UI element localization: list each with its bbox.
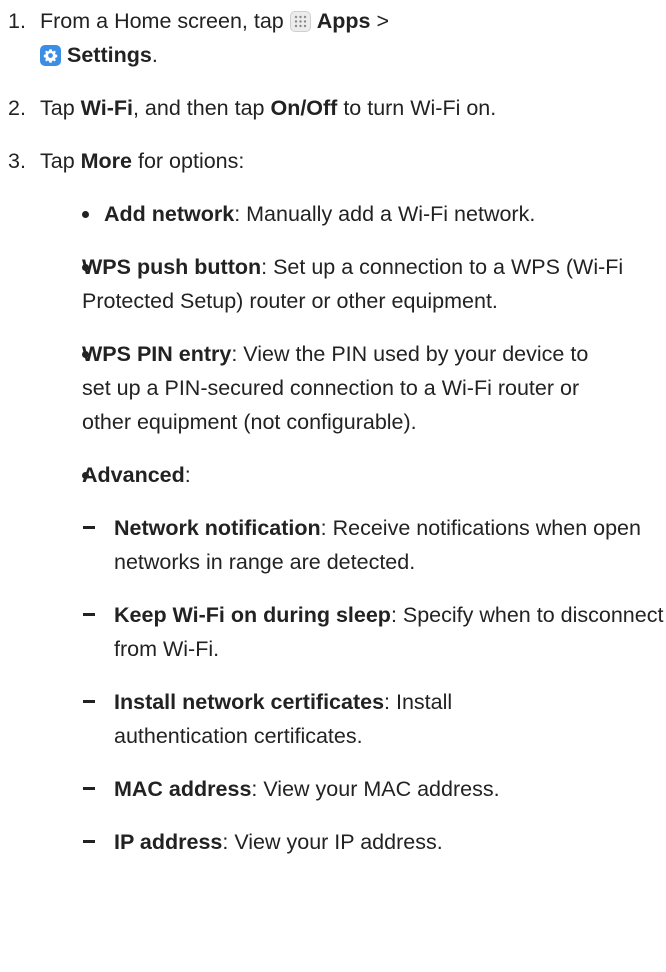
dash-icon [83, 526, 95, 529]
instructions-page: 1. From a Home screen, tap Apps > Settin… [0, 0, 666, 972]
option-text: Add network: Manually add a Wi-Fi networ… [80, 197, 664, 231]
step-text-part: . [151, 43, 158, 67]
option-title: WPS PIN entry [82, 342, 232, 366]
advanced-text: Install network certificates: Install au… [114, 685, 554, 753]
dash-icon [83, 700, 95, 703]
advanced-text: Keep Wi-Fi on during sleep: Specify when… [114, 598, 666, 666]
settings-gear-icon [40, 45, 61, 66]
step-text-part: From a Home screen, tap [40, 9, 284, 33]
advanced-text: MAC address: View your MAC address. [114, 772, 666, 806]
advanced-text: IP address: View your IP address. [114, 825, 666, 859]
wifi-label: Wi-Fi [80, 96, 133, 120]
dash-icon [83, 787, 95, 790]
option-text: WPS push button: Set up a connection to … [82, 250, 662, 318]
advanced-title: IP address [114, 830, 223, 854]
advanced-title: Install network certificates [114, 690, 385, 714]
on-off-label: On/Off [270, 96, 338, 120]
step-text-part: Tap [40, 149, 81, 173]
step-text-part: , and then tap [132, 96, 271, 120]
settings-label: Settings [67, 43, 152, 67]
step-text: From a Home screen, tap Apps > Settings. [40, 4, 662, 72]
step-text: Tap Wi-Fi, and then tap On/Off to turn W… [40, 91, 662, 125]
step-text-part: Tap [40, 96, 81, 120]
advanced-title: MAC address [114, 777, 252, 801]
step-text-part: for options: [132, 149, 245, 173]
step-text-part: to turn Wi-Fi on. [337, 96, 497, 120]
option-title: Add network [104, 202, 235, 226]
option-desc: : [184, 463, 191, 487]
option-title: Advanced [82, 463, 185, 487]
more-label: More [80, 149, 133, 173]
advanced-text: Network notification: Receive notificati… [114, 511, 666, 579]
option-text: Advanced: [82, 458, 662, 492]
apps-label: Apps [316, 9, 371, 33]
step-number: 2. [8, 96, 26, 120]
advanced-desc: : View your IP address. [222, 830, 443, 854]
dash-icon [83, 840, 95, 843]
step-number: 3. [8, 149, 26, 173]
advanced-title: Network notification [114, 516, 321, 540]
advanced-title: Keep Wi-Fi on during sleep [114, 603, 391, 627]
separator: > [376, 9, 390, 33]
advanced-desc: : View your MAC address. [251, 777, 500, 801]
step-number: 1. [8, 9, 26, 33]
apps-grid-icon [289, 11, 311, 32]
step-text: Tap More for options: [40, 144, 662, 178]
option-title: WPS push button [82, 255, 262, 279]
option-desc: : Manually add a Wi-Fi network. [234, 202, 536, 226]
option-text: WPS PIN entry: View the PIN used by your… [82, 337, 622, 439]
dash-icon [83, 613, 95, 616]
